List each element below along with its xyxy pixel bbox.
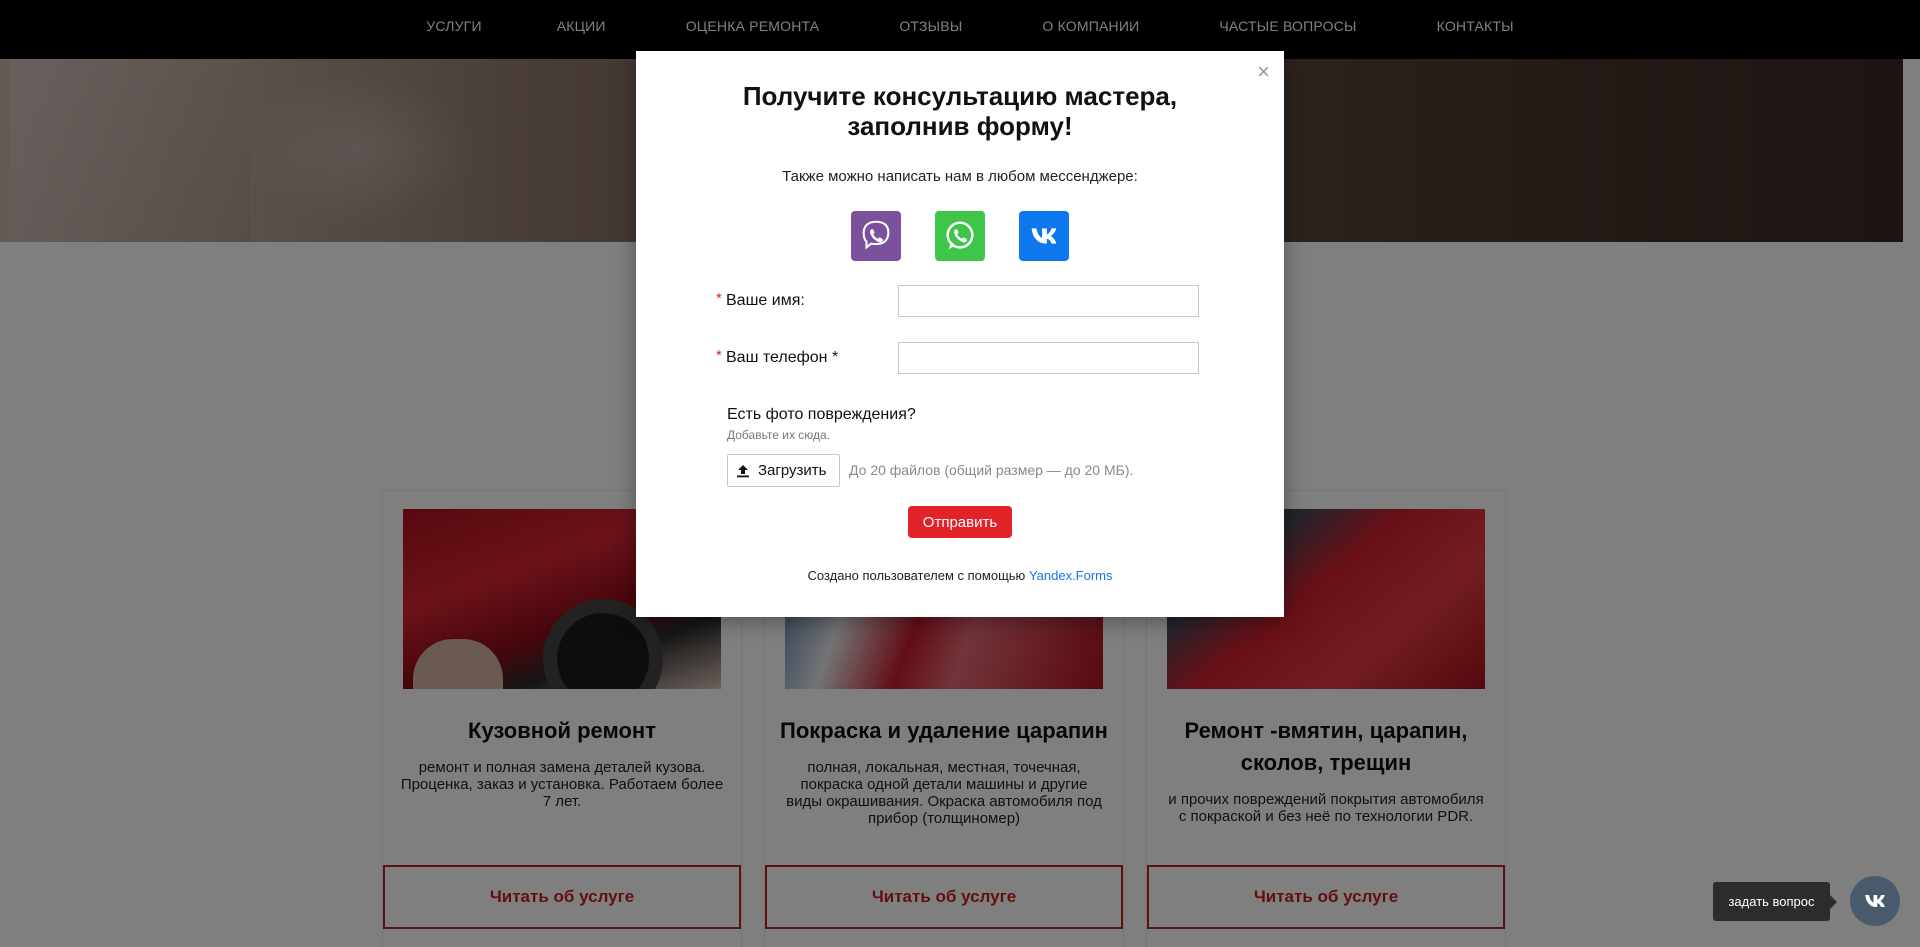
submit-button[interactable]: Отправить bbox=[908, 506, 1012, 538]
vk-icon bbox=[1865, 895, 1885, 907]
ask-question-tooltip[interactable]: задать вопрос bbox=[1713, 882, 1837, 921]
whatsapp-button[interactable] bbox=[935, 211, 985, 261]
modal-title: Получите консультацию мастера, заполнив … bbox=[636, 81, 1284, 141]
yandex-forms-link[interactable]: Yandex.Forms bbox=[1029, 568, 1113, 583]
modal-subtitle: Также можно написать нам в любом мессенд… bbox=[782, 168, 1138, 185]
modal-title-line1: Получите консультацию мастера, bbox=[742, 81, 1178, 111]
photo-hint: Добавьте их сюда. bbox=[727, 428, 831, 442]
required-mark: * bbox=[716, 346, 722, 364]
modal-title-line2: заполнив форму! bbox=[847, 111, 1073, 141]
consultation-modal: × Получите консультацию мастера, заполни… bbox=[636, 51, 1284, 617]
viber-icon bbox=[862, 220, 890, 250]
required-mark: * bbox=[716, 289, 722, 307]
phone-field-row: * Ваш телефон * bbox=[716, 342, 1199, 374]
name-label: Ваше имя: bbox=[726, 292, 805, 309]
form-credit: Создано пользователем с помощью Yandex.F… bbox=[636, 568, 1284, 583]
vk-button[interactable] bbox=[1019, 211, 1069, 261]
upload-note: До 20 файлов (общий размер — до 20 МБ). bbox=[849, 462, 1134, 478]
viber-button[interactable] bbox=[851, 211, 901, 261]
upload-icon bbox=[737, 464, 749, 477]
name-input[interactable] bbox=[898, 285, 1199, 317]
credit-text: Создано пользователем с помощью bbox=[807, 568, 1026, 583]
photo-question: Есть фото повреждения? bbox=[727, 406, 916, 423]
name-field-row: * Ваше имя: bbox=[716, 285, 1199, 317]
messenger-buttons bbox=[851, 211, 1069, 261]
phone-label: Ваш телефон * bbox=[726, 349, 839, 366]
vk-icon bbox=[1031, 228, 1057, 244]
vk-chat-button[interactable] bbox=[1850, 876, 1900, 926]
upload-button[interactable]: Загрузить bbox=[727, 454, 840, 487]
phone-input[interactable] bbox=[898, 342, 1199, 374]
close-icon[interactable]: × bbox=[1257, 61, 1270, 83]
whatsapp-icon bbox=[946, 221, 974, 250]
upload-button-label: Загрузить bbox=[758, 462, 827, 479]
